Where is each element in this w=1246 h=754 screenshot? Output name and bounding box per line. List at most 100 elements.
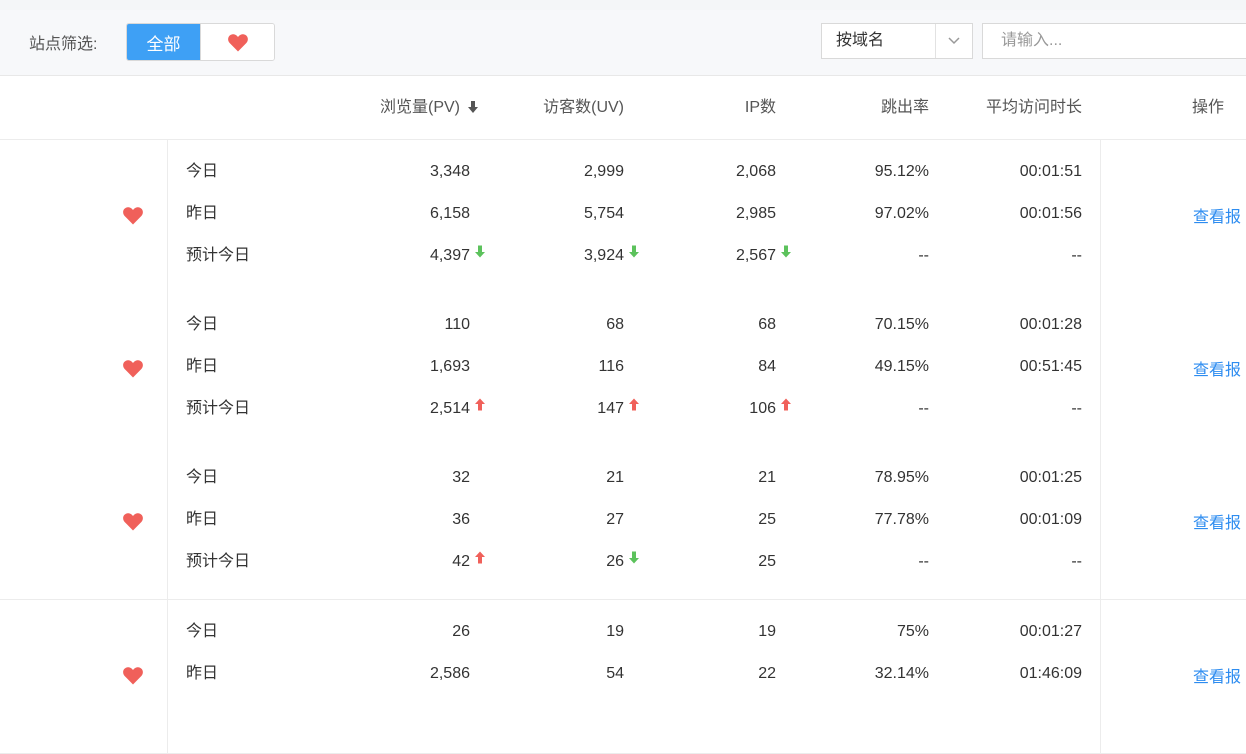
ip-value: 22	[758, 665, 776, 682]
action-cell: 查看报	[1100, 446, 1246, 599]
duration-value: --	[1071, 247, 1082, 264]
uv-value: 54	[606, 665, 624, 682]
row-label: 昨日	[186, 205, 219, 222]
duration-value: --	[1071, 400, 1082, 417]
pv-value: 36	[452, 511, 470, 528]
duration-value: 01:46:09	[1019, 665, 1082, 682]
table-header: 浏览量(PV) 访客数(UV) IP数 跳出率 平均访问时长 操作	[0, 76, 1246, 140]
sort-down-icon	[468, 101, 479, 113]
ip-value: 19	[758, 623, 776, 640]
duration-value: 00:01:51	[1019, 163, 1082, 180]
arrow-up-icon	[474, 388, 486, 411]
row-label: 预计今日	[186, 400, 251, 417]
site-filter-label: 站点筛选:	[29, 36, 98, 53]
filter-bar: 站点筛选: 全部 按域名	[0, 10, 1246, 76]
row-label: 昨日	[186, 358, 219, 375]
search-type-select[interactable]: 按域名	[821, 23, 973, 59]
uv-value: 19	[606, 623, 624, 640]
pv-value: 4,397	[429, 247, 470, 264]
row-label: 今日	[186, 623, 219, 640]
table-row-yesterday: 昨日 36 27 25 77.78% 00:01:09	[0, 499, 1246, 541]
view-report-link[interactable]: 查看报	[1193, 203, 1241, 227]
pv-value: 2,514	[429, 400, 470, 417]
table-row-today: 今日 3,348 2,999 2,068 95.12% 00:01:51	[0, 151, 1246, 193]
table-row-yesterday: 昨日 1,693 116 84 49.15% 00:51:45	[0, 346, 1246, 388]
bounce-value: --	[918, 400, 929, 417]
table-row-today: 今日 26 19 19 75% 00:01:27	[0, 611, 1246, 653]
duration-value: 00:01:09	[1019, 511, 1082, 528]
view-report-link[interactable]: 查看报	[1193, 663, 1241, 687]
bounce-value: 77.78%	[874, 511, 929, 528]
chevron-down-icon	[935, 24, 972, 58]
column-avg-duration: 平均访问时长	[985, 99, 1082, 116]
ip-value: 106	[749, 400, 776, 417]
view-report-link[interactable]: 查看报	[1193, 509, 1241, 533]
ip-value: 25	[758, 511, 776, 528]
pv-value: 26	[452, 623, 470, 640]
pv-value: 32	[452, 469, 470, 486]
uv-value: 26	[606, 553, 624, 570]
row-label: 昨日	[186, 511, 219, 528]
uv-value: 21	[606, 469, 624, 486]
site-group: 今日 110 68 68 70.15% 00:01:28 昨日 1,693 11…	[0, 293, 1246, 447]
view-report-link[interactable]: 查看报	[1193, 356, 1241, 380]
bounce-value: 70.15%	[874, 316, 929, 333]
action-cell: 查看报	[1100, 140, 1246, 293]
filter-all-button[interactable]: 全部	[127, 24, 200, 60]
duration-value: --	[1071, 553, 1082, 570]
row-label: 预计今日	[186, 247, 251, 264]
action-cell: 查看报	[1100, 293, 1246, 446]
row-label: 昨日	[186, 665, 219, 682]
arrow-down-icon	[474, 235, 486, 258]
pv-value: 42	[452, 553, 470, 570]
arrow-down-icon	[628, 541, 640, 564]
bounce-value: --	[918, 247, 929, 264]
filter-favorite-button[interactable]	[200, 24, 274, 60]
site-filter-segmented: 全部	[126, 23, 275, 61]
column-ip: IP数	[744, 99, 776, 116]
row-label: 今日	[186, 316, 219, 333]
table-row-today: 今日 110 68 68 70.15% 00:01:28	[0, 304, 1246, 346]
pv-value: 3,348	[429, 163, 470, 180]
pv-value: 6,158	[429, 205, 470, 222]
bounce-value: --	[918, 553, 929, 570]
ip-value: 84	[758, 358, 776, 375]
row-label: 预计今日	[186, 553, 251, 570]
search-type-value: 按域名	[836, 32, 885, 49]
arrow-down-icon	[780, 235, 792, 258]
table-row-forecast: 预计今日 2,514 147 106 -- --	[0, 388, 1246, 430]
site-group: 今日 32 21 21 78.95% 00:01:25 昨日 36 27 25 …	[0, 446, 1246, 600]
column-uv: 访客数(UV)	[543, 99, 624, 116]
ip-value: 21	[758, 469, 776, 486]
duration-value: 00:51:45	[1019, 358, 1082, 375]
column-pv-label: 浏览量(PV)	[380, 99, 461, 116]
action-cell: 查看报	[1100, 600, 1246, 753]
uv-value: 3,924	[583, 247, 624, 264]
uv-value: 147	[597, 400, 624, 417]
column-action: 操作	[1192, 99, 1225, 116]
site-group: 今日 3,348 2,999 2,068 95.12% 00:01:51 昨日 …	[0, 140, 1246, 294]
uv-value: 2,999	[583, 163, 624, 180]
table-row-today: 今日 32 21 21 78.95% 00:01:25	[0, 457, 1246, 499]
table-row-yesterday: 昨日 6,158 5,754 2,985 97.02% 00:01:56	[0, 193, 1246, 235]
column-bounce-rate: 跳出率	[880, 99, 929, 116]
uv-value: 27	[606, 511, 624, 528]
bounce-value: 78.95%	[874, 469, 929, 486]
column-pv-sort[interactable]: 浏览量(PV)	[380, 76, 479, 139]
ip-value: 25	[758, 553, 776, 570]
ip-value: 2,567	[735, 247, 776, 264]
uv-value: 5,754	[583, 205, 624, 222]
pv-value: 1,693	[429, 358, 470, 375]
bounce-value: 32.14%	[874, 665, 929, 682]
ip-value: 68	[758, 316, 776, 333]
duration-value: 00:01:28	[1019, 316, 1082, 333]
uv-value: 68	[606, 316, 624, 333]
arrow-up-icon	[474, 541, 486, 564]
site-group: 今日 26 19 19 75% 00:01:27 昨日 2,586 54 22 …	[0, 600, 1246, 754]
row-label: 今日	[186, 163, 219, 180]
duration-value: 00:01:27	[1019, 623, 1082, 640]
heart-icon	[227, 33, 248, 51]
arrow-down-icon	[628, 235, 640, 258]
search-input[interactable]	[982, 23, 1246, 59]
table-row-yesterday: 昨日 2,586 54 22 32.14% 01:46:09	[0, 653, 1246, 695]
